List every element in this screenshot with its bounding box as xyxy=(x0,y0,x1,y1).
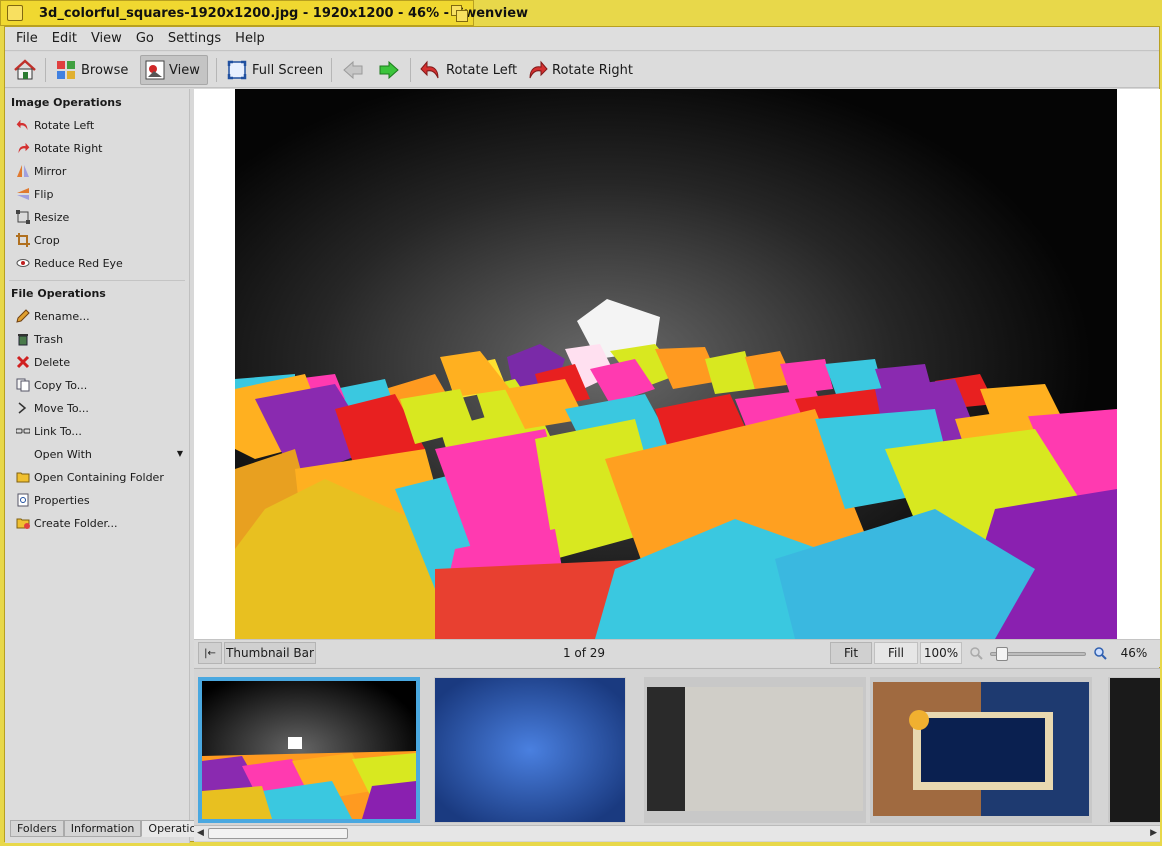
view-icon xyxy=(145,60,165,80)
fullscreen-button[interactable]: Full Screen xyxy=(222,55,327,85)
fullscreen-icon xyxy=(227,60,247,80)
op-copy-to[interactable]: Copy To... xyxy=(15,376,87,394)
op-rotate-left[interactable]: Rotate Left xyxy=(15,116,94,134)
toggle-sidebar-button[interactable]: |← xyxy=(198,642,222,664)
scroll-left-icon[interactable]: ◀ xyxy=(197,828,204,838)
view-label: View xyxy=(169,62,200,78)
image-3d-colorful-squares[interactable] xyxy=(235,89,1117,639)
image-position: 1 of 29 xyxy=(562,646,606,660)
op-flip[interactable]: Flip xyxy=(15,185,53,203)
rotate-right-button[interactable]: Rotate Right xyxy=(522,55,637,85)
arrow-right-icon xyxy=(379,60,399,80)
tab-information[interactable]: Information xyxy=(63,820,142,837)
home-button[interactable] xyxy=(9,55,45,85)
op-move-to[interactable]: Move To... xyxy=(15,399,89,417)
arrow-left-icon xyxy=(343,60,363,80)
home-icon xyxy=(14,59,36,80)
menu-go[interactable]: Go xyxy=(129,31,161,46)
browse-icon xyxy=(57,61,75,79)
thumbnail-item[interactable] xyxy=(870,677,1092,823)
zoom-out-icon[interactable] xyxy=(968,642,984,664)
properties-icon xyxy=(15,492,31,508)
op-trash[interactable]: Trash xyxy=(15,330,63,348)
collapse-left-icon: |← xyxy=(204,647,216,659)
main-toolbar: Browse View Full Screen Rotate Left Rota… xyxy=(5,52,1159,88)
zoom-slider-handle[interactable] xyxy=(995,647,1008,661)
fill-button[interactable]: Fill xyxy=(874,642,918,664)
trash-icon xyxy=(15,331,31,347)
op-properties[interactable]: Properties xyxy=(15,491,90,509)
pencil-icon xyxy=(15,308,31,324)
thumbnail-bar: ◀ ▶ xyxy=(194,668,1160,842)
menu-edit[interactable]: Edit xyxy=(45,31,84,46)
view-button[interactable]: View xyxy=(140,55,208,85)
move-icon xyxy=(15,400,31,416)
op-link-to[interactable]: Link To... xyxy=(15,422,82,440)
menu-settings[interactable]: Settings xyxy=(161,31,228,46)
image-operations-title: Image Operations xyxy=(11,96,122,109)
thumbnail-bar-button[interactable]: Thumbnail Bar xyxy=(224,642,316,664)
status-bar: |← Thumbnail Bar 1 of 29 Fit Fill 100% 4… xyxy=(194,639,1160,667)
rotate-left-icon xyxy=(420,60,439,79)
rotate-left-button[interactable]: Rotate Left xyxy=(416,55,521,85)
thumbnail-item[interactable] xyxy=(198,677,420,823)
menu-help[interactable]: Help xyxy=(228,31,272,46)
copy-icon xyxy=(15,377,31,393)
op-reduce-red-eye[interactable]: Reduce Red Eye xyxy=(15,254,123,272)
op-resize[interactable]: Resize xyxy=(15,208,69,226)
fit-button[interactable]: Fit xyxy=(830,642,872,664)
thumbnail-item[interactable] xyxy=(1108,677,1160,823)
browse-label: Browse xyxy=(81,62,129,78)
op-open-containing-folder[interactable]: Open Containing Folder xyxy=(15,468,164,486)
thumbnail-item[interactable] xyxy=(644,677,866,823)
rotate-right-icon xyxy=(529,60,548,79)
menu-bar: File Edit View Go Settings Help xyxy=(5,27,1159,51)
thumbnail-item[interactable] xyxy=(434,677,626,823)
folder-icon xyxy=(15,469,31,485)
menu-view[interactable]: View xyxy=(84,31,129,46)
menu-file[interactable]: File xyxy=(9,31,45,46)
thumbnail-scrollbar[interactable]: ◀ ▶ xyxy=(194,825,1160,841)
rotate-left-icon xyxy=(15,117,31,133)
file-operations-title: File Operations xyxy=(11,287,106,300)
link-icon xyxy=(15,423,31,439)
tab-folders[interactable]: Folders xyxy=(10,820,64,837)
image-viewer[interactable] xyxy=(194,89,1160,639)
sidebar-tabs: Folders Information Operations xyxy=(10,820,216,837)
maximize-icon[interactable] xyxy=(451,5,469,23)
main-window: File Edit View Go Settings Help Browse V… xyxy=(4,26,1160,843)
rotate-right-icon xyxy=(15,140,31,156)
fullscreen-label: Full Screen xyxy=(252,62,324,78)
zoom-slider[interactable] xyxy=(990,647,1086,661)
new-folder-icon xyxy=(15,515,31,531)
rotate-left-label: Rotate Left xyxy=(446,62,518,78)
eye-icon xyxy=(15,255,31,271)
zoom-in-icon[interactable] xyxy=(1092,642,1108,664)
resize-icon xyxy=(15,209,31,225)
mirror-icon xyxy=(15,163,31,179)
title-bar[interactable]: 3d_colorful_squares-1920x1200.jpg - 1920… xyxy=(0,0,528,26)
flip-icon xyxy=(15,186,31,202)
op-rename[interactable]: Rename... xyxy=(15,307,90,325)
sidebar: Image Operations Rotate Left Rotate Righ… xyxy=(5,89,216,843)
scrollbar-handle[interactable] xyxy=(208,828,348,839)
crop-icon xyxy=(15,232,31,248)
rotate-right-label: Rotate Right xyxy=(552,62,633,78)
op-crop[interactable]: Crop xyxy=(15,231,60,249)
op-open-with[interactable]: Open With ▼ xyxy=(15,445,183,463)
window-menu-icon[interactable] xyxy=(7,5,23,21)
scroll-right-icon[interactable]: ▶ xyxy=(1150,828,1157,838)
previous-button[interactable] xyxy=(338,55,372,85)
delete-icon xyxy=(15,354,31,370)
op-rotate-right[interactable]: Rotate Right xyxy=(15,139,102,157)
zoom-percent: 46% xyxy=(1120,646,1148,660)
next-button[interactable] xyxy=(374,55,408,85)
op-create-folder[interactable]: Create Folder... xyxy=(15,514,118,532)
browse-button[interactable]: Browse xyxy=(51,55,132,85)
chevron-down-icon: ▼ xyxy=(176,449,183,458)
zoom-100-button[interactable]: 100% xyxy=(920,642,962,664)
op-mirror[interactable]: Mirror xyxy=(15,162,66,180)
op-delete[interactable]: Delete xyxy=(15,353,70,371)
